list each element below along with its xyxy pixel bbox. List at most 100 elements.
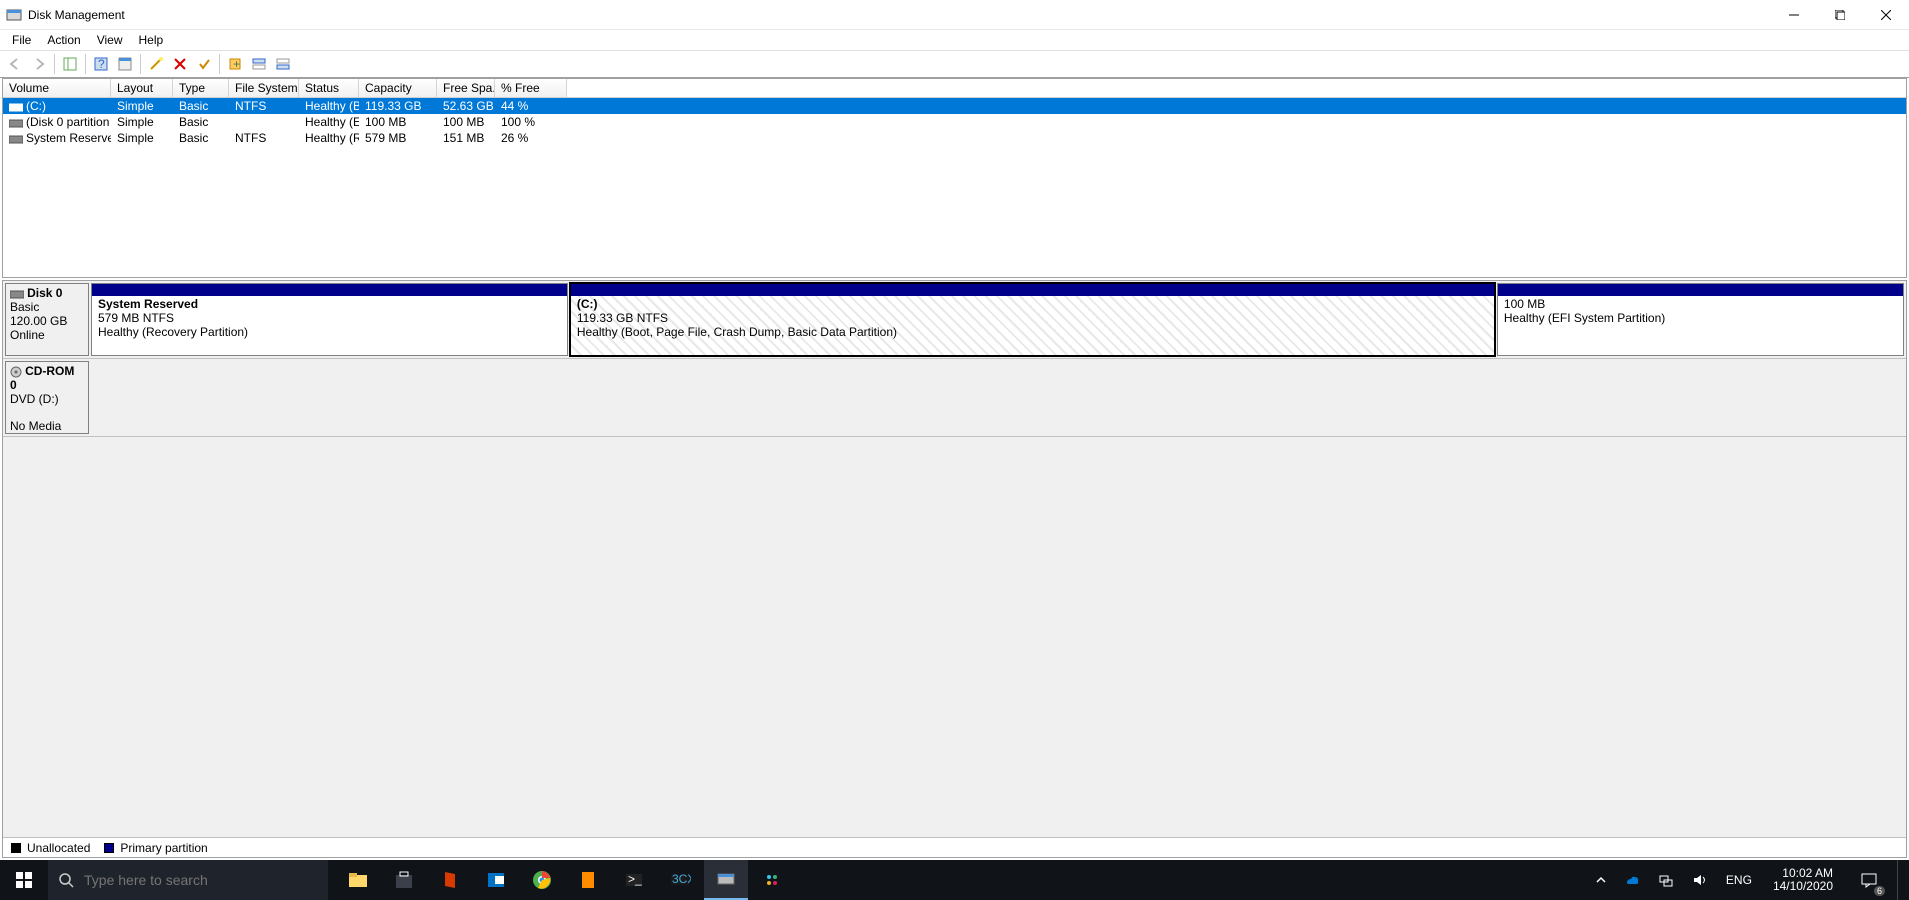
tray-clock[interactable]: 10:02 AM 14/10/2020 xyxy=(1765,867,1841,893)
volume-row[interactable]: (Disk 0 partition 3)SimpleBasic Healthy (… xyxy=(3,114,1906,130)
volume-row[interactable]: (C:)SimpleBasicNTFSHealthy (B...119.33 G… xyxy=(3,98,1906,114)
volume-status: Healthy (B... xyxy=(299,99,359,113)
legend-label-unallocated: Unallocated xyxy=(27,841,90,855)
volume-pct: 26 % xyxy=(495,131,567,145)
taskbar-app-slack[interactable] xyxy=(750,860,794,900)
disk-row: CD-ROM 0DVD (D:)No Media xyxy=(3,359,1906,437)
tray-volume-icon[interactable] xyxy=(1687,860,1713,900)
legend-label-primary: Primary partition xyxy=(120,841,207,855)
col-capacity[interactable]: Capacity xyxy=(359,79,437,97)
disk-graphical-pane: Disk 0Basic120.00 GBOnlineSystem Reserve… xyxy=(2,280,1907,858)
partition[interactable]: System Reserved579 MB NTFSHealthy (Recov… xyxy=(91,283,568,356)
delete-button[interactable] xyxy=(169,53,191,75)
settings-button[interactable]: + xyxy=(224,53,246,75)
col-pct-free[interactable]: % Free xyxy=(495,79,567,97)
tray-notif-badge: 6 xyxy=(1874,886,1885,896)
volume-pct: 44 % xyxy=(495,99,567,113)
tray-overflow-button[interactable] xyxy=(1591,860,1611,900)
show-desktop-button[interactable] xyxy=(1897,860,1903,900)
volume-status: Healthy (E... xyxy=(299,115,359,129)
disk-size: 120.00 GB xyxy=(10,314,67,328)
titlebar: Disk Management xyxy=(0,0,1909,30)
taskbar: >_ 3CX ENG 10:02 AM 14/10/2020 6 xyxy=(0,860,1909,900)
volume-list-pane: Volume Layout Type File System Status Ca… xyxy=(2,78,1907,278)
col-filesystem[interactable]: File System xyxy=(229,79,299,97)
volume-capacity: 579 MB xyxy=(359,131,437,145)
disk-type: Basic xyxy=(10,300,39,314)
taskbar-app-office[interactable] xyxy=(428,860,472,900)
tray-onedrive-icon[interactable] xyxy=(1619,860,1645,900)
volume-type: Basic xyxy=(173,115,229,129)
view-bottom-button[interactable] xyxy=(272,53,294,75)
refresh-button[interactable] xyxy=(114,53,136,75)
legend-swatch-unallocated xyxy=(11,843,21,853)
disk-info[interactable]: CD-ROM 0DVD (D:)No Media xyxy=(5,361,89,434)
col-volume[interactable]: Volume xyxy=(3,79,111,97)
taskbar-app-generic-orange[interactable] xyxy=(566,860,610,900)
svg-text:?: ? xyxy=(98,57,105,71)
col-type[interactable]: Type xyxy=(173,79,229,97)
disk-type: DVD (D:) xyxy=(10,392,59,406)
show-hide-console-tree-button[interactable] xyxy=(59,53,81,75)
search-input[interactable] xyxy=(84,872,318,888)
partition-stripe xyxy=(1498,284,1903,296)
partition[interactable]: 100 MBHealthy (EFI System Partition) xyxy=(1497,283,1904,356)
taskbar-app-disk-management[interactable] xyxy=(704,860,748,900)
view-top-button[interactable] xyxy=(248,53,270,75)
partition[interactable]: (C:)119.33 GB NTFSHealthy (Boot, Page Fi… xyxy=(570,283,1495,356)
menu-action[interactable]: Action xyxy=(39,31,88,49)
partition-size: 119.33 GB NTFS xyxy=(577,311,668,325)
menubar: File Action View Help xyxy=(0,30,1909,50)
partition-title: System Reserved xyxy=(98,297,198,311)
partition-status: Healthy (Boot, Page File, Crash Dump, Ba… xyxy=(577,325,897,339)
wizard-button[interactable] xyxy=(145,53,167,75)
maximize-button[interactable] xyxy=(1817,0,1863,30)
volume-name: (Disk 0 partition 3) xyxy=(26,115,111,129)
tray-language[interactable]: ENG xyxy=(1721,860,1757,900)
menu-file[interactable]: File xyxy=(4,31,39,49)
disk-state: No Media xyxy=(10,419,61,433)
taskbar-app-store[interactable] xyxy=(382,860,426,900)
legend-swatch-primary xyxy=(104,843,114,853)
start-button[interactable] xyxy=(0,860,48,900)
volume-capacity: 100 MB xyxy=(359,115,437,129)
volume-fs: NTFS xyxy=(229,131,299,145)
partition-stripe xyxy=(92,284,567,296)
volume-layout: Simple xyxy=(111,131,173,145)
taskbar-app-3cx[interactable]: 3CX xyxy=(658,860,702,900)
minimize-button[interactable] xyxy=(1771,0,1817,30)
volume-free: 100 MB xyxy=(437,115,495,129)
volume-layout: Simple xyxy=(111,99,173,113)
back-button[interactable] xyxy=(4,53,26,75)
partition-status: Healthy (Recovery Partition) xyxy=(98,325,248,339)
taskbar-search[interactable] xyxy=(48,860,328,900)
forward-button[interactable] xyxy=(28,53,50,75)
taskbar-app-chrome[interactable] xyxy=(520,860,564,900)
volume-free: 151 MB xyxy=(437,131,495,145)
menu-help[interactable]: Help xyxy=(131,31,172,49)
disk-info[interactable]: Disk 0Basic120.00 GBOnline xyxy=(5,283,89,356)
volume-pct: 100 % xyxy=(495,115,567,129)
col-layout[interactable]: Layout xyxy=(111,79,173,97)
window-title: Disk Management xyxy=(28,8,1771,22)
disk-state: Online xyxy=(10,328,45,342)
svg-text:>_: >_ xyxy=(628,872,642,886)
volume-free: 52.63 GB xyxy=(437,99,495,113)
col-free-space[interactable]: Free Spa... xyxy=(437,79,495,97)
partition-status: Healthy (EFI System Partition) xyxy=(1504,311,1665,325)
tray-action-center[interactable]: 6 xyxy=(1849,860,1889,900)
menu-view[interactable]: View xyxy=(89,31,131,49)
properties-button[interactable] xyxy=(193,53,215,75)
taskbar-app-terminal[interactable]: >_ xyxy=(612,860,656,900)
close-button[interactable] xyxy=(1863,0,1909,30)
partition-stripe xyxy=(571,284,1494,296)
taskbar-app-file-explorer[interactable] xyxy=(336,860,380,900)
tray-network-icon[interactable] xyxy=(1653,860,1679,900)
col-status[interactable]: Status xyxy=(299,79,359,97)
volume-type: Basic xyxy=(173,99,229,113)
volume-layout: Simple xyxy=(111,115,173,129)
app-icon xyxy=(6,7,22,23)
taskbar-app-outlook[interactable] xyxy=(474,860,518,900)
help-button[interactable]: ? xyxy=(90,53,112,75)
volume-row[interactable]: System ReservedSimpleBasicNTFSHealthy (R… xyxy=(3,130,1906,146)
